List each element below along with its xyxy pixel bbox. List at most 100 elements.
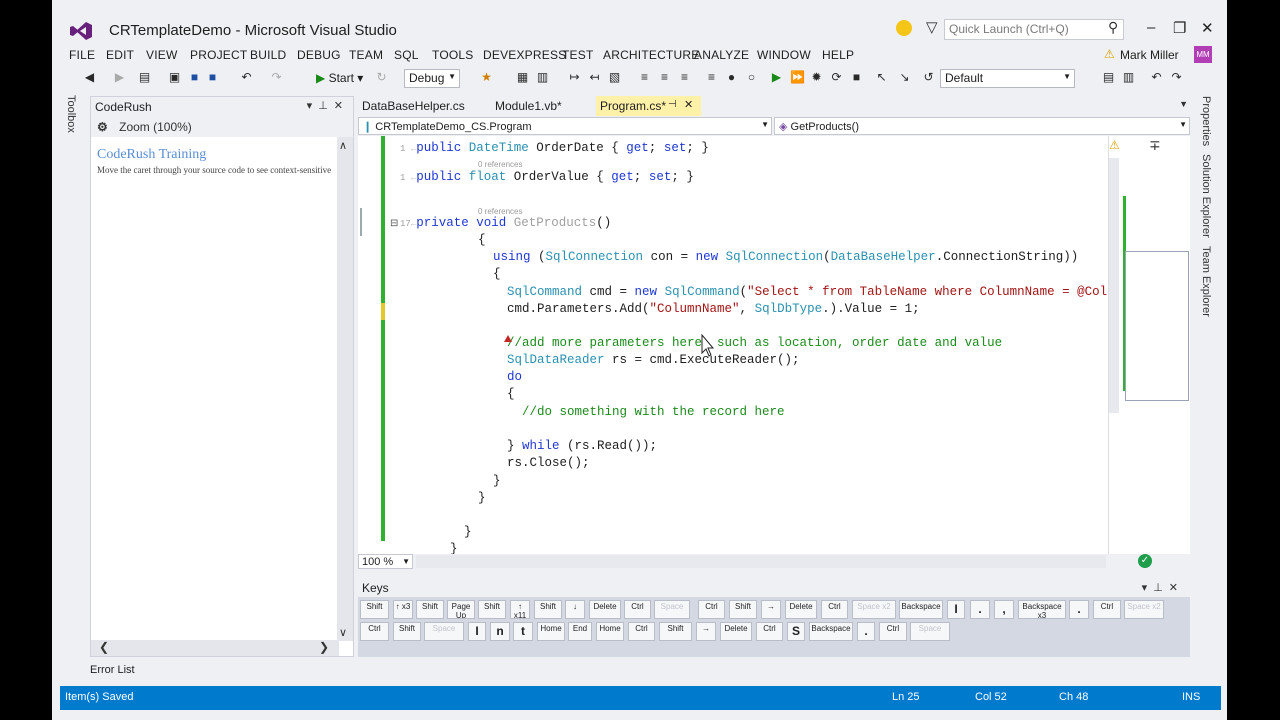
feedback-smiley-icon[interactable] [896,20,912,36]
step-icon[interactable]: ↦ [568,71,581,84]
menu-tools[interactable]: TOOLS [432,48,473,62]
menu-edit[interactable]: EDIT [106,48,134,62]
stop-icon[interactable]: ■ [850,71,863,84]
restore-button[interactable]: ❐ [1173,19,1186,37]
back-icon[interactable]: ◀ [83,71,96,84]
uncomment-icon[interactable]: ○ [745,71,758,84]
toolbox-tab[interactable]: Toolbox [65,95,77,133]
find-icon[interactable]: ★ [480,71,493,84]
layout-select[interactable]: Default ▼ [940,69,1075,88]
solution-explorer-tab[interactable]: Solution Explorer [1200,154,1212,238]
dropdown-icon[interactable]: ▾ [1142,582,1154,594]
chevron-down-icon[interactable]: ∨ [339,626,347,639]
key: → [696,622,716,641]
chat-icon[interactable]: ● [725,71,738,84]
nav-back-icon[interactable]: ↶ [1150,71,1163,84]
layout-icon[interactable]: ↺ [922,71,935,84]
pin-icon[interactable]: ⊥ [318,100,334,112]
member-select[interactable]: ◈ GetProducts() ▼ [774,117,1190,135]
tab-overflow-icon[interactable]: ▼ [1179,99,1188,109]
key: Shift [360,600,389,619]
vertical-scrollbar[interactable]: ∧ ∨ [337,137,353,641]
open-file-icon[interactable]: ▣ [168,71,181,84]
step-back-icon[interactable]: ↤ [588,71,601,84]
code-lens-references[interactable]: 0 references [478,207,522,216]
menu-devexpress[interactable]: DEVEXPRESS [483,48,566,62]
loop-icon[interactable]: ⟳ [830,71,843,84]
chevron-up-icon[interactable]: ∧ [339,139,347,152]
dropdown-icon[interactable]: ▾ [307,100,319,112]
chevron-right-icon[interactable]: ❯ [319,640,329,654]
run-icon[interactable]: ▶ [770,71,783,84]
team-explorer-tab[interactable]: Team Explorer [1200,246,1212,317]
tools-icon[interactable]: ↘ [898,71,911,84]
error-list-tab[interactable]: Error List [90,664,135,676]
code-lens-references[interactable]: 0 references [478,160,522,169]
close-button[interactable]: ✕ [1201,19,1214,37]
user-name[interactable]: Mark Miller [1120,48,1179,62]
properties-tab[interactable]: Properties [1200,96,1212,146]
toggle-icon[interactable]: ▥ [536,71,549,84]
run-all-icon[interactable]: ⏩ [790,71,805,84]
indent-icon[interactable]: ≡ [638,71,651,84]
outline-icon[interactable]: ▧ [608,71,621,84]
menu-analyze[interactable]: ANALYZE [694,48,749,62]
user-avatar[interactable]: MM [1194,46,1212,63]
notifications-flag-icon[interactable]: ▽ [926,18,938,36]
check-icon[interactable]: ✓ [1138,554,1152,568]
redo-icon[interactable]: ↷ [270,71,283,84]
horizontal-scrollbar[interactable]: ❮ ❯ [91,640,339,656]
minimap-viewport[interactable] [1125,251,1189,401]
menu-sql[interactable]: SQL [394,48,419,62]
tab-module1[interactable]: Module1.vb* [491,96,566,116]
minimize-button[interactable]: – [1147,19,1155,36]
nav-forward-icon[interactable]: ↷ [1170,71,1183,84]
gear-icon[interactable]: ⚙ [97,120,108,134]
zoom-select[interactable]: 100 % ▼ [358,554,413,569]
tab-program[interactable]: Program.cs* ⊣ ✕ [596,96,701,116]
code-editor[interactable]: ⊟ 1 ←public DateTime OrderDate { get; se… [358,136,1108,554]
menu-team[interactable]: TEAM [349,48,383,62]
bookmark-icon[interactable]: ▦ [516,71,529,84]
align-icon[interactable]: ≡ [678,71,691,84]
menu-architecture[interactable]: ARCHITECTURE [603,48,699,62]
quick-launch-input[interactable]: Quick Launch (Ctrl+Q) [944,19,1124,40]
attach-icon[interactable]: ↖ [875,71,888,84]
solution-config-select[interactable]: Debug ▼ [404,69,460,88]
grid-icon[interactable]: ▥ [1122,71,1135,84]
zoom-label[interactable]: Zoom (100%) [119,120,192,134]
close-icon[interactable]: ✕ [684,98,693,111]
comment-icon[interactable]: ≡ [705,71,718,84]
split-icon[interactable]: ∓ [1149,137,1161,154]
menu-file[interactable]: FILE [69,48,95,62]
search-icon[interactable]: ⚲ [1108,19,1118,36]
pin-icon[interactable]: ⊣ [668,99,677,110]
menu-help[interactable]: HELP [822,48,854,62]
class-select[interactable]: ❙ CRTemplateDemo_CS.Program ▼ [358,117,772,135]
forward-icon[interactable]: ▶ [113,71,126,84]
close-icon[interactable]: ✕ [1169,582,1184,594]
code-minimap[interactable]: ⚠ ∓ [1108,136,1190,554]
overview-scrollbar[interactable] [1109,158,1119,413]
close-icon[interactable]: ✕ [334,100,349,112]
menu-project[interactable]: PROJECT [190,48,247,62]
chevron-left-icon[interactable]: ❮ [99,640,109,654]
undo-icon[interactable]: ↶ [240,71,253,84]
menu-build[interactable]: BUILD [250,48,286,62]
menu-debug[interactable]: DEBUG [297,48,341,62]
menu-test[interactable]: TEST [562,48,593,62]
bug-icon[interactable]: ✹ [810,71,823,84]
warning-icon[interactable]: ⚠ [1109,138,1120,152]
save-all-icon[interactable]: ■ [206,71,219,84]
pin-icon[interactable]: ⊥ [1153,582,1169,594]
refresh-icon[interactable]: ↻ [375,71,388,84]
menu-view[interactable]: VIEW [146,48,177,62]
save-icon[interactable]: ■ [188,71,201,84]
menu-window[interactable]: WINDOW [757,48,811,62]
editor-horizontal-scrollbar[interactable] [416,555,1106,568]
window-layout-icon[interactable]: ▤ [1102,71,1115,84]
outdent-icon[interactable]: ≡ [658,71,671,84]
tab-databasehelper[interactable]: DataBaseHelper.cs [358,96,469,116]
new-project-icon[interactable]: ▤ [138,71,151,84]
start-debugging-button[interactable]: ▶ Start ▾ [316,71,363,85]
